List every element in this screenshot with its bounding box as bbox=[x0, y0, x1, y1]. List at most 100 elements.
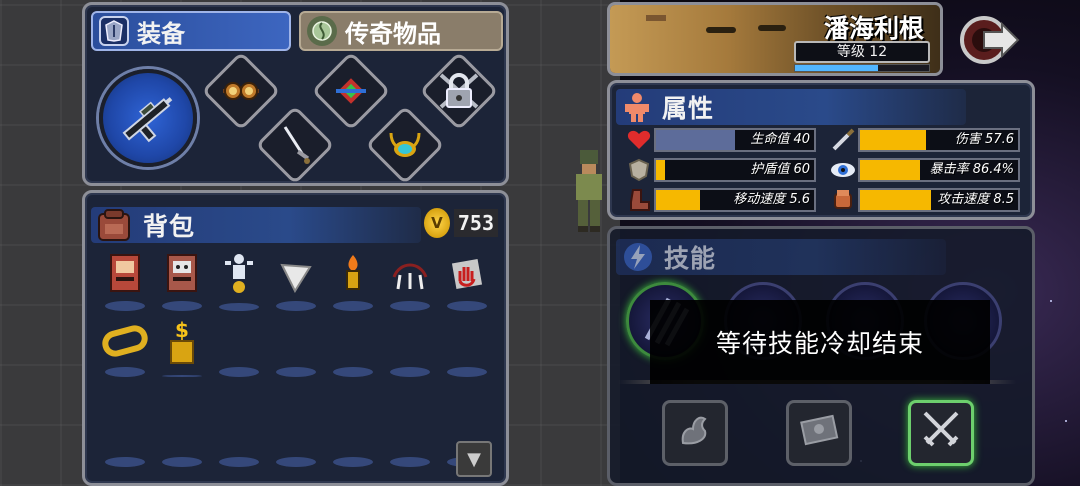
passive-skill-slot[interactable] bbox=[662, 400, 728, 466]
tab-equipment[interactable]: 装备 bbox=[91, 11, 291, 51]
slot-shadow bbox=[276, 457, 316, 467]
backpack-item[interactable] bbox=[158, 251, 206, 311]
slot-shadow bbox=[447, 301, 487, 311]
white-triangle-shard-icon bbox=[279, 259, 313, 299]
slot-shadow bbox=[105, 367, 145, 377]
stat-row: 移动速度 5.6 bbox=[624, 187, 816, 213]
armor-icon bbox=[99, 16, 129, 46]
backpack-empty-slot[interactable] bbox=[101, 407, 149, 467]
svg-text:$: $ bbox=[175, 318, 189, 342]
goggles-icon bbox=[223, 82, 259, 100]
stat-label: 护盾值 60 bbox=[750, 162, 810, 177]
passive-skill-slot[interactable] bbox=[908, 400, 974, 466]
gold-bracelet-icon bbox=[101, 323, 149, 365]
goggles-slot[interactable] bbox=[201, 51, 281, 131]
backpack-empty-slot[interactable] bbox=[329, 317, 377, 377]
tab-legendary-items[interactable]: 传奇物品 bbox=[299, 11, 503, 51]
level-label: 等级 12 bbox=[794, 41, 930, 63]
backpack-empty-slot[interactable] bbox=[158, 407, 206, 467]
slot-shadow bbox=[390, 457, 430, 467]
stat-bar-fill bbox=[656, 190, 701, 210]
stat-label: 暴击率 86.4% bbox=[929, 162, 1014, 177]
red-arcade-machine-icon bbox=[108, 253, 142, 299]
backpack-item[interactable] bbox=[101, 251, 149, 311]
knife-icon bbox=[828, 127, 858, 153]
passive-skill-slot[interactable] bbox=[786, 400, 852, 466]
backpack-empty-slot[interactable] bbox=[386, 317, 434, 377]
stat-row: 暴击率 86.4% bbox=[828, 157, 1020, 183]
locked-slot[interactable] bbox=[419, 51, 499, 131]
backpack-item[interactable] bbox=[272, 251, 320, 311]
crossed-swords-icon bbox=[919, 407, 963, 459]
xp-bar-fill bbox=[795, 65, 879, 71]
stat-row: 生命值 40 bbox=[624, 127, 816, 153]
stat-bar: 伤害 57.6 bbox=[858, 128, 1020, 152]
skull-arcade-machine-icon bbox=[165, 253, 199, 299]
shield-icon bbox=[624, 157, 654, 183]
stat-bar-fill bbox=[860, 190, 932, 210]
flex-arm-icon bbox=[675, 409, 715, 457]
stat-label: 移动速度 5.6 bbox=[733, 192, 810, 207]
backpack-panel: 背包 V 753 $ ▼ bbox=[82, 190, 509, 486]
coin-counter: V 753 bbox=[424, 207, 498, 239]
backpack-item[interactable] bbox=[329, 251, 377, 311]
backpack-empty-slot[interactable] bbox=[215, 317, 263, 377]
coin-icon: V bbox=[424, 208, 450, 238]
slot-shadow bbox=[333, 301, 373, 311]
amulet-slot[interactable] bbox=[365, 105, 445, 185]
slot-shadow bbox=[105, 457, 145, 467]
weapon-slot[interactable] bbox=[99, 69, 197, 167]
backpack-empty-slot[interactable] bbox=[215, 407, 263, 467]
skills-title: 技能 bbox=[664, 244, 717, 273]
gold-dollar-statue-icon: $ bbox=[165, 317, 199, 373]
sword-slot[interactable] bbox=[255, 105, 335, 185]
cooldown-toast: 等待技能冷却结束 bbox=[650, 300, 990, 384]
exit-button[interactable] bbox=[956, 10, 1020, 70]
slot-shadow bbox=[333, 367, 373, 377]
red-hand-card-icon bbox=[448, 255, 486, 299]
backpack-empty-slot[interactable] bbox=[272, 407, 320, 467]
stat-bar-fill bbox=[656, 130, 735, 150]
boot-icon bbox=[624, 187, 654, 213]
slot-shadow bbox=[162, 375, 202, 377]
hero-sprite bbox=[576, 150, 602, 232]
backpack-empty-slot[interactable] bbox=[272, 317, 320, 377]
stat-bar-fill bbox=[860, 130, 927, 150]
gem-icon bbox=[336, 78, 366, 104]
slot-shadow bbox=[219, 303, 259, 311]
slot-shadow bbox=[390, 301, 430, 311]
backpack-item[interactable] bbox=[215, 251, 263, 311]
slot-shadow bbox=[390, 367, 430, 377]
stat-label: 攻击速度 8.5 bbox=[937, 192, 1014, 207]
skills-header: 技能 bbox=[622, 239, 716, 275]
scroll-down-button[interactable]: ▼ bbox=[456, 441, 492, 477]
backpack-empty-slot[interactable] bbox=[329, 407, 377, 467]
slot-shadow bbox=[162, 301, 202, 311]
attributes-title: 属性 bbox=[662, 94, 715, 123]
backpack-icon bbox=[98, 209, 130, 241]
stat-bar: 护盾值 60 bbox=[654, 158, 816, 182]
backpack-item[interactable] bbox=[386, 251, 434, 311]
body-figure-icon bbox=[625, 93, 649, 122]
slot-shadow bbox=[333, 457, 373, 467]
spiked-claw-icon bbox=[390, 257, 430, 299]
attributes-header: 属性 bbox=[622, 89, 714, 125]
backpack-item[interactable] bbox=[101, 317, 149, 377]
slot-shadow bbox=[276, 367, 316, 377]
lock-icon bbox=[439, 73, 479, 109]
stat-bar: 生命值 40 bbox=[654, 128, 816, 152]
stat-bar-fill bbox=[656, 160, 666, 180]
gauntlet-icon bbox=[828, 187, 858, 213]
backpack-empty-slot[interactable] bbox=[386, 407, 434, 467]
slot-shadow bbox=[105, 301, 145, 311]
backpack-item[interactable]: $ bbox=[158, 317, 206, 377]
equipment-panel: 装备 传奇物品 bbox=[82, 2, 509, 186]
backpack-title: 背包 bbox=[143, 212, 196, 241]
arrow-down-icon: ▼ bbox=[467, 448, 481, 470]
jade-pendant-icon bbox=[307, 16, 337, 46]
slot-shadow bbox=[219, 367, 259, 377]
backpack-empty-slot[interactable] bbox=[443, 317, 491, 377]
gem-staff-slot[interactable] bbox=[311, 51, 391, 131]
tab-legendary-label: 传奇物品 bbox=[345, 19, 441, 48]
backpack-item[interactable] bbox=[443, 251, 491, 311]
